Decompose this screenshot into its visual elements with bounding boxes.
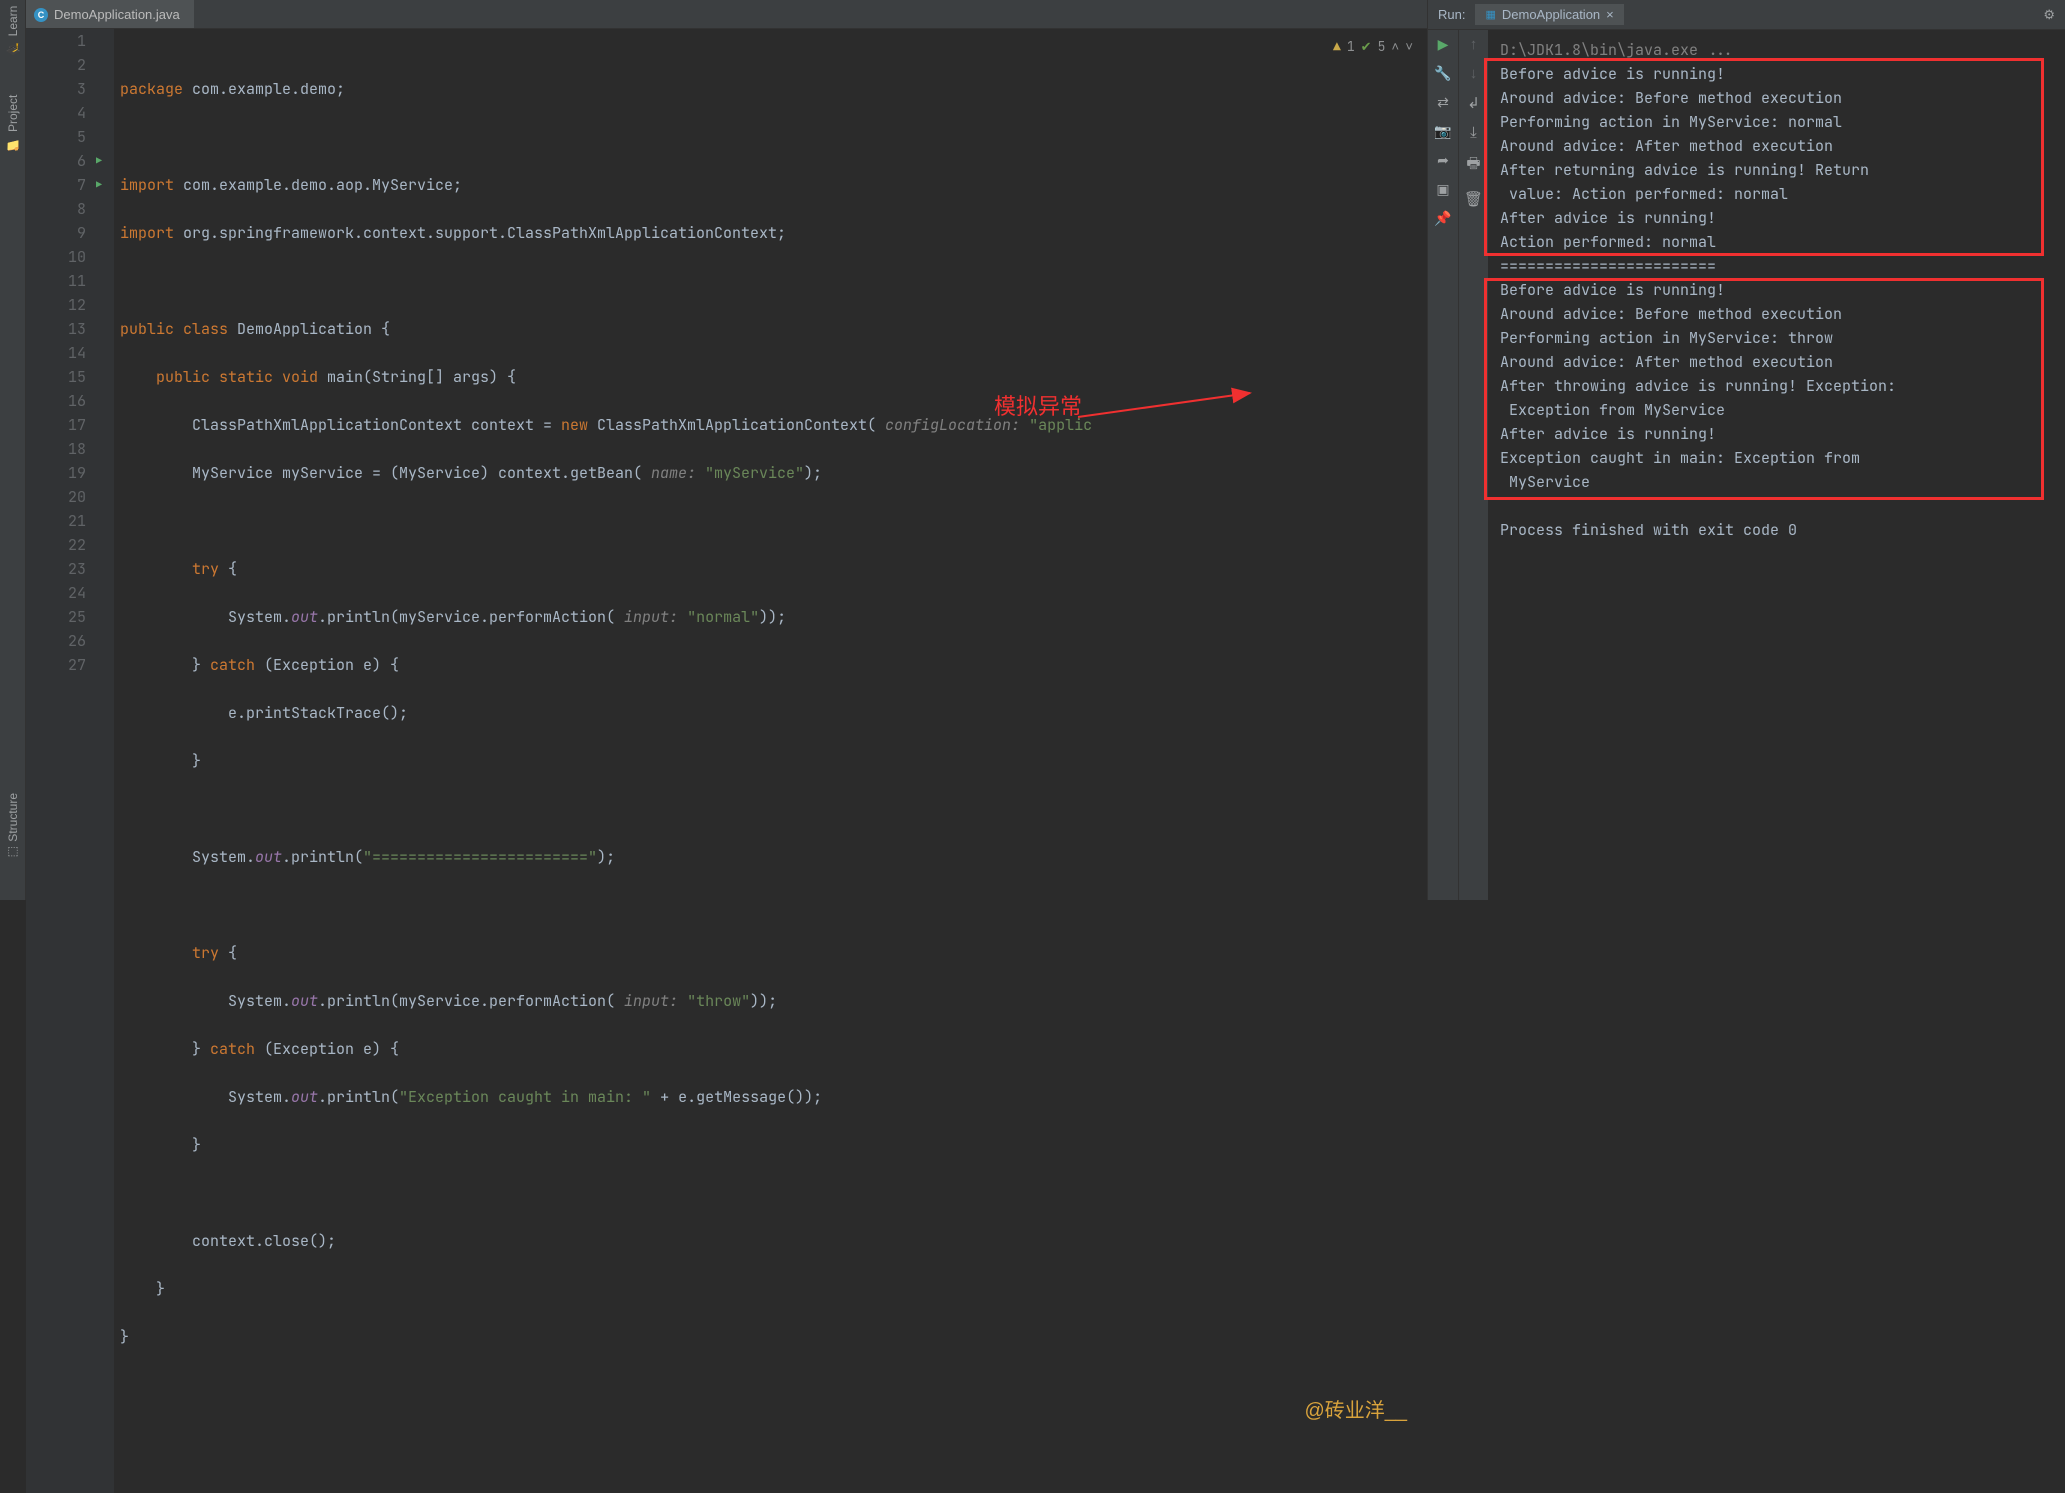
line-number: 20 (50, 485, 86, 509)
line-number: 1 (50, 29, 86, 53)
editor-tab[interactable]: C DemoApplication.java (26, 0, 194, 28)
chevron-up-icon[interactable]: ˄ (1391, 35, 1399, 59)
line-number: 17 (50, 413, 86, 437)
editor-tab-bar: C DemoApplication.java (26, 0, 1427, 29)
line-number: 11 (50, 269, 86, 293)
run-config-tab[interactable]: ▦ DemoApplication × (1475, 4, 1623, 25)
line-number: 2 (50, 53, 86, 77)
layout-icon[interactable]: ▣ (1436, 181, 1449, 198)
check-icon: ✔ (1361, 35, 1372, 59)
soft-wrap-icon[interactable]: ↲ (1467, 94, 1480, 112)
filter-icon[interactable]: ⇄ (1437, 94, 1449, 111)
close-icon[interactable]: × (1606, 7, 1614, 22)
editor-tab-label: DemoApplication.java (54, 7, 180, 22)
left-tool-strip: 🎓Learn 📁Project ⬚Structure (0, 0, 26, 900)
console-line: ======================== (1500, 254, 2053, 278)
console-line: Process finished with exit code 0 (1500, 518, 2053, 542)
line-number: 8 (50, 197, 86, 221)
line-number: 4 (50, 101, 86, 125)
line-number: 21 (50, 509, 86, 533)
line-number: 16 (50, 389, 86, 413)
gutter-spacer (26, 29, 50, 1493)
chevron-down-icon[interactable]: ˅ (1405, 35, 1413, 59)
java-class-icon: C (34, 8, 48, 22)
editor-column: C DemoApplication.java 1 2 3 4 5 6 7 8 9… (26, 0, 1427, 900)
sidebar-project[interactable]: 📁Project (6, 95, 20, 151)
line-number: 27 (50, 653, 86, 677)
line-number: 6 (50, 149, 86, 173)
camera-icon[interactable]: 📷 (1434, 123, 1451, 140)
run-config-icon: ▦ (1485, 8, 1495, 21)
line-number: 25 (50, 605, 86, 629)
line-number: 22 (50, 533, 86, 557)
line-number: 19 (50, 461, 86, 485)
run-gutter-icon[interactable]: ▶ (96, 173, 102, 197)
watermark: @砖业洋__ (1304, 1399, 1407, 1423)
run-panel: Run: ▦ DemoApplication × ⚙ ▶ 🔧 ⇄ 📷 ➦ ▣ 📌… (1427, 0, 2065, 900)
line-number: 12 (50, 293, 86, 317)
inspection-status[interactable]: ▲1 ✔5 ˄ ˅ (1333, 35, 1413, 59)
trash-icon[interactable]: 🗑 (1464, 190, 1483, 208)
line-number: 24 (50, 581, 86, 605)
line-number: 5 (50, 125, 86, 149)
line-number: 26 (50, 629, 86, 653)
export-icon[interactable]: ➦ (1437, 152, 1449, 169)
print-icon[interactable]: 🖶 (1466, 153, 1480, 178)
highlight-box-2 (1484, 278, 2044, 500)
line-number: 3 (50, 77, 86, 101)
line-number: 15 (50, 365, 86, 389)
line-number: 14 (50, 341, 86, 365)
down-arrow-icon[interactable]: ↓ (1470, 65, 1478, 82)
run-gutter-icon[interactable]: ▶ (96, 149, 102, 173)
line-number: 23 (50, 557, 86, 581)
annotation-label: 模拟异常 (994, 395, 1082, 419)
gear-icon[interactable]: ⚙ (2043, 7, 2055, 23)
line-number-gutter: 1 2 3 4 5 6 7 8 9 10 11 12 13 14 15 16 1… (50, 29, 94, 1493)
code-area[interactable]: ▲1 ✔5 ˄ ˅ package com.example.demo; impo… (114, 29, 1427, 1493)
sidebar-learn[interactable]: 🎓Learn (6, 6, 20, 55)
up-arrow-icon[interactable]: ↑ (1470, 36, 1478, 53)
run-label: Run: (1438, 7, 1465, 22)
sidebar-structure[interactable]: ⬚Structure (6, 793, 20, 860)
gutter-marks: ▶ ▶ (94, 29, 114, 1493)
scroll-end-icon[interactable]: ⤓ (1470, 124, 1477, 141)
wrench-icon[interactable]: 🔧 (1434, 65, 1451, 82)
line-number: 18 (50, 437, 86, 461)
pin-icon[interactable]: 📌 (1434, 210, 1451, 227)
warning-icon: ▲ (1333, 35, 1341, 59)
line-number: 13 (50, 317, 86, 341)
run-tab-bar: Run: ▦ DemoApplication × ⚙ (1428, 0, 2065, 30)
line-number: 10 (50, 245, 86, 269)
run-toolbar-left: ▶ 🔧 ⇄ 📷 ➦ ▣ 📌 (1428, 30, 1458, 900)
console-output[interactable]: D:\JDK1.8\bin\java.exe ... Before advice… (1488, 30, 2065, 900)
line-number: 7 (50, 173, 86, 197)
code-editor[interactable]: 1 2 3 4 5 6 7 8 9 10 11 12 13 14 15 16 1… (26, 29, 1427, 1493)
highlight-box-1 (1484, 58, 2044, 256)
rerun-icon[interactable]: ▶ (1438, 36, 1449, 53)
line-number: 9 (50, 221, 86, 245)
